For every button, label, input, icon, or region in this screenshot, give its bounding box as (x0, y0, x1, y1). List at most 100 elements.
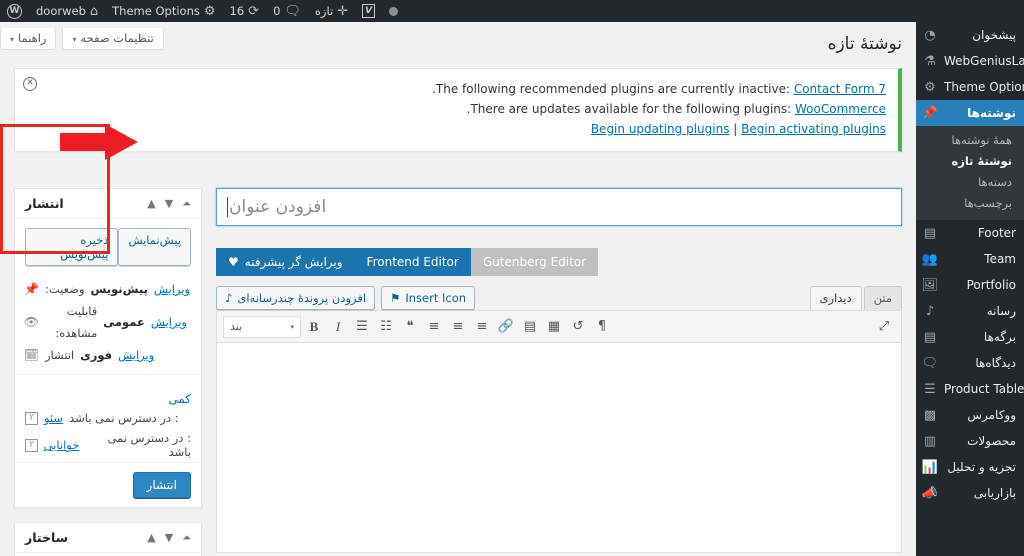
admin-bar-wpbakery[interactable]: V (355, 0, 382, 22)
add-media-button[interactable]: ♪ افزودن پروندهٔ چندرسانه‌ای (216, 286, 376, 310)
sidebar-item-label: Team (984, 252, 1016, 266)
divider (15, 374, 201, 375)
insert-icon-button[interactable]: ⚑ Insert Icon (381, 286, 476, 310)
bold-icon[interactable]: B (303, 316, 325, 338)
sidebar-item-team[interactable]: 👥 Team (916, 246, 1024, 272)
admin-bar-comments[interactable]: 🗨 0 (266, 0, 308, 22)
frontend-editor-button[interactable]: Frontend Editor (354, 248, 471, 276)
sidebar-item-media[interactable]: ♪ رسانه (916, 298, 1024, 324)
post-body-main: افزودن عنوان ♥ ویرایش گر پیشرفته Fronten… (216, 188, 902, 556)
post-edit-columns: افزودن عنوان ♥ ویرایش گر پیشرفته Fronten… (0, 188, 916, 556)
admin-bar-new[interactable]: ✛ تازه (308, 0, 355, 22)
marketing-icon: 📣 (921, 485, 938, 501)
gutenberg-editor-button[interactable]: Gutenberg Editor (470, 248, 599, 276)
save-draft-button[interactable]: ذخیره پیش‌نویس (25, 228, 119, 266)
admin-sidebar-menu: ◔ پیشخوان ⚗ WebGeniusLab ⚙ Theme Options… (916, 22, 1024, 556)
begin-updating-plugins-link[interactable]: Begin updating plugins (591, 122, 730, 136)
sidebar-item-webgeniuslab[interactable]: ⚗ WebGeniusLab (916, 48, 1024, 74)
yoast-seo-link[interactable]: سئو (44, 411, 63, 425)
move-up-icon[interactable]: ▲ (147, 197, 155, 211)
sidebar-item-label: دیدگاه‌ها (975, 356, 1016, 370)
admin-bar-site-name[interactable]: ⌂ doorweb (29, 0, 105, 22)
admin-bar: V ✛ تازه 🗨 0 ⟳ 16 ⚙ Theme Options ⌂ door… (0, 0, 1024, 22)
sidebar-item-footer[interactable]: ▤ Footer (916, 220, 1024, 246)
admin-bar-updates[interactable]: ⟳ 16 (223, 0, 267, 22)
admin-bar-theme-options[interactable]: ⚙ Theme Options (105, 0, 222, 22)
sidebar-item-posts[interactable]: 📌 نوشته‌ها (916, 100, 1024, 126)
read-more-icon[interactable]: ▤ (519, 316, 541, 338)
admin-bar-status-dot[interactable] (382, 0, 405, 22)
sidebar-item-products[interactable]: ▥ محصولات (916, 428, 1024, 454)
admin-bar-wp-logo[interactable] (0, 0, 29, 22)
screen-options-tab[interactable]: تنظیمات صفحه▾ (62, 28, 164, 50)
align-left-icon[interactable]: ≡ (471, 316, 493, 338)
sidebar-item-label: پیشخوان (972, 28, 1016, 42)
align-center-icon[interactable]: ≡ (447, 316, 469, 338)
sidebar-item-marketing[interactable]: 📣 بازاریابی (916, 480, 1024, 506)
post-visibility-value: عمومی (103, 315, 145, 329)
submenu-item-all-posts[interactable]: همهٔ نوشته‌ها (916, 130, 1024, 151)
sidebar-item-label: Product Tables (944, 382, 1024, 396)
media-icon: ♪ (225, 291, 233, 305)
edit-visibility-link[interactable]: ویرایش (151, 311, 187, 333)
table-icon[interactable]: ▦ (543, 316, 565, 338)
blockquote-icon[interactable]: ❝ (399, 316, 421, 338)
link-icon[interactable]: 🔗 (495, 316, 517, 338)
post-visibility-label: قابلیت مشاهده: (55, 304, 98, 340)
italic-icon[interactable]: I (327, 316, 349, 338)
submenu-item-add-new-post[interactable]: نوشتهٔ تازه (916, 151, 1024, 172)
numbered-list-icon[interactable]: ☷ (375, 316, 397, 338)
toggle-panel-icon[interactable]: ⏶ (182, 531, 191, 545)
move-down-icon[interactable]: ▼ (165, 197, 173, 211)
contact-form-7-link[interactable]: Contact Form 7 (794, 82, 886, 96)
media-icon: ♪ (925, 303, 935, 319)
analytics-icon: 📊 (921, 459, 938, 475)
bullet-list-icon[interactable]: ☰ (351, 316, 373, 338)
undo-icon[interactable]: ↺ (567, 316, 589, 338)
format-select[interactable]: بند ▾ (223, 315, 301, 338)
tab-text[interactable]: متن (863, 286, 902, 310)
portfolio-icon: 🖼 (921, 277, 938, 293)
sidebar-item-product-tables[interactable]: ☰ Product Tables (916, 376, 1024, 402)
post-title-input[interactable]: افزودن عنوان (216, 188, 902, 226)
tab-visual[interactable]: دیداری (809, 286, 862, 310)
help-tab[interactable]: راهنما▾ (0, 28, 57, 50)
sidebar-item-label: Footer (977, 226, 1016, 240)
sidebar-item-theme-options[interactable]: ⚙ Theme Options (916, 74, 1024, 100)
pin-icon: 📌 (24, 282, 39, 296)
advanced-editor-button[interactable]: ♥ ویرایش گر پیشرفته (216, 248, 355, 276)
sidebar-item-pages[interactable]: ▤ برگه‌ها (916, 324, 1024, 350)
toggle-panel-icon[interactable]: ⏶ (182, 197, 191, 211)
sidebar-item-comments[interactable]: 🗨 دیدگاه‌ها (916, 350, 1024, 376)
submenu-item-categories[interactable]: دسته‌ها (916, 172, 1024, 193)
fullscreen-icon[interactable]: ⤢ (873, 316, 895, 338)
products-icon: ▥ (923, 433, 937, 449)
media-buttons-row: ♪ افزودن پروندهٔ چندرسانه‌ای ⚑ Insert Ic… (216, 286, 902, 310)
edit-status-link[interactable]: ویرایش (154, 278, 190, 300)
publish-minor-actions: ذخیره پیش‌نویس پیش‌نمایش (25, 228, 191, 266)
yoast-readability-link[interactable]: خوانایی (44, 438, 80, 452)
submenu-item-tags[interactable]: برچسب‌ها (916, 193, 1024, 214)
align-right-icon[interactable]: ≡ (423, 316, 445, 338)
comment-icon: 🗨 (921, 355, 938, 371)
preview-button[interactable]: پیش‌نمایش (118, 228, 191, 266)
close-icon[interactable]: ✕ (23, 77, 37, 91)
sidebar-item-dashboard[interactable]: ◔ پیشخوان (916, 22, 1024, 48)
tgmpa-plugin-notice: ✕ .The following recommended plugins are… (14, 68, 902, 152)
move-down-icon[interactable]: ▼ (165, 531, 173, 545)
add-media-label: افزودن پروندهٔ چندرسانه‌ای (237, 291, 367, 305)
sidebar-item-analytics[interactable]: 📊 تجزیه و تحلیل (916, 454, 1024, 480)
publish-button[interactable]: انتشار (132, 472, 191, 498)
notice-line-actions: Begin updating plugins | Begin activatin… (27, 119, 886, 139)
sidebar-item-portfolio[interactable]: 🖼 Portfolio (916, 272, 1024, 298)
chevron-down-icon: ▾ (290, 322, 294, 331)
rtl-icon[interactable]: ¶ (591, 316, 613, 338)
move-up-icon[interactable]: ▲ (147, 531, 155, 545)
woocommerce-link[interactable]: WooCommerce (795, 102, 886, 116)
wpbakery-icon: V (362, 4, 376, 18)
begin-activating-plugins-link[interactable]: Begin activating plugins (741, 122, 886, 136)
insert-icon-label: Insert Icon (405, 291, 467, 305)
sidebar-item-woocommerce[interactable]: ▩ ووکامرس (916, 402, 1024, 428)
edit-schedule-link[interactable]: ویرایش (118, 344, 154, 366)
editor-content-area[interactable] (216, 343, 902, 553)
